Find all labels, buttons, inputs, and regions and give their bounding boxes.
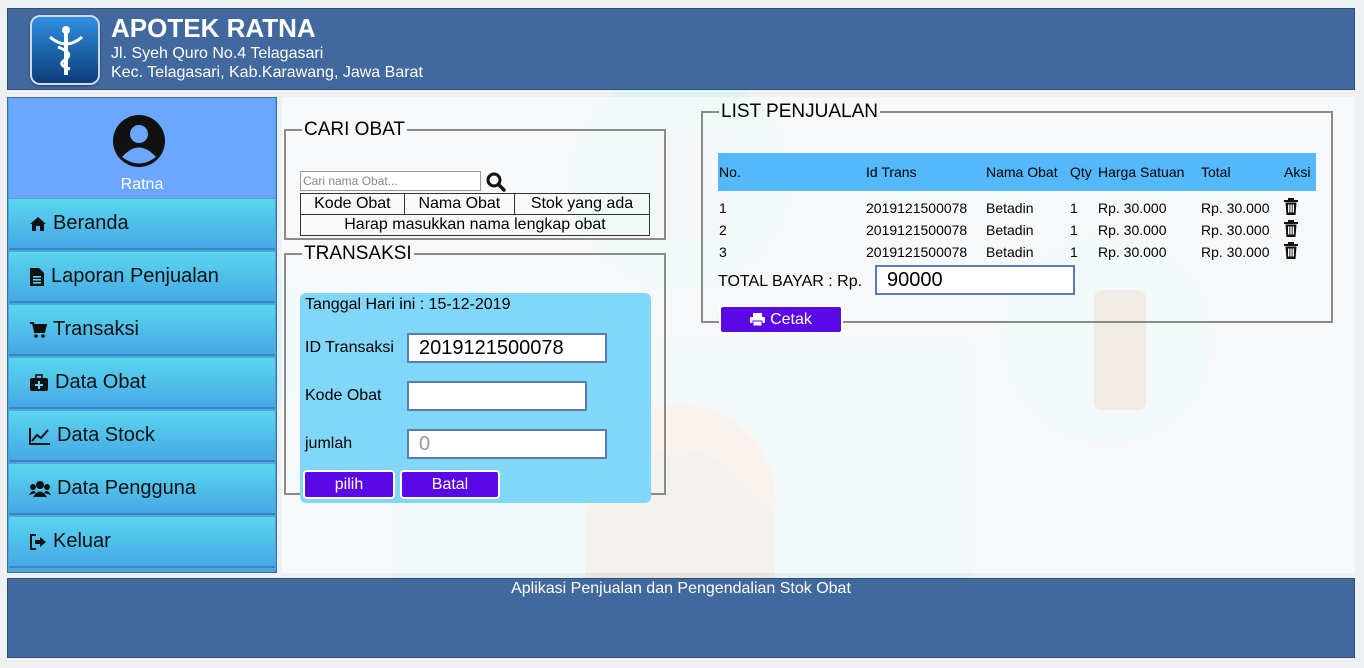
column-header: Harga Satuan: [1098, 164, 1185, 180]
cari-obat-legend: CARI OBAT: [304, 119, 405, 140]
cell-harga: Rp. 30.000: [1098, 200, 1167, 216]
column-header: Kode Obat: [300, 193, 405, 215]
sidebar-item-keluar[interactable]: Keluar: [9, 517, 275, 568]
list-penjualan-legend: LIST PENJUALAN: [721, 101, 878, 122]
penjualan-table: No. Id Trans Nama Obat Qty Harga Satuan …: [718, 153, 1316, 263]
app-header: APOTEK RATNA Jl. Syeh Quro No.4 Telagasa…: [7, 8, 1355, 90]
cari-obat-panel: CARI OBAT Kode Obat Nama Obat Stok yang …: [284, 119, 666, 240]
cell-nama: Betadin: [986, 200, 1034, 216]
pilih-button[interactable]: pilih: [303, 470, 395, 499]
line-chart-icon: [29, 427, 50, 445]
sidebar-item-laporan-penjualan[interactable]: Laporan Penjualan: [9, 252, 275, 303]
cell-harga: Rp. 30.000: [1098, 244, 1167, 260]
trash-icon[interactable]: [1284, 220, 1298, 237]
sign-out-icon: [30, 533, 46, 550]
column-header: Id Trans: [866, 164, 917, 180]
sidebar-item-beranda[interactable]: Beranda: [9, 199, 275, 250]
print-icon: [750, 313, 766, 326]
app-footer: Aplikasi Penjualan dan Pengendalian Stok…: [7, 578, 1355, 658]
cell-id: 2019121500078: [866, 244, 968, 260]
trash-icon[interactable]: [1284, 242, 1298, 259]
cell-no: 1: [719, 200, 727, 216]
sidebar-item-label: Data Obat: [55, 371, 147, 393]
cell-no: 2: [719, 222, 727, 238]
sidebar: Ratna Beranda Laporan Penjualan Transaks…: [7, 97, 277, 573]
column-header: Total: [1201, 164, 1231, 180]
cell-nama: Betadin: [986, 244, 1034, 260]
cell-aksi: [1283, 219, 1316, 241]
cell-qty: 1: [1070, 222, 1078, 238]
user-profile: Ratna: [9, 98, 275, 198]
sidebar-item-label: Data Stock: [57, 424, 155, 446]
trash-icon[interactable]: [1284, 198, 1298, 215]
search-icon[interactable]: [486, 172, 506, 192]
caduceus-icon: [30, 15, 100, 85]
sidebar-item-label: Data Pengguna: [57, 477, 197, 499]
obat-search-table: Kode Obat Nama Obat Stok yang ada Harap …: [300, 193, 651, 236]
cell-nama: Betadin: [986, 222, 1034, 238]
transaksi-panel: TRANSAKSI Tanggal Hari ini : 15-12-2019 …: [284, 243, 666, 503]
cell-harga: Rp. 30.000: [1098, 222, 1167, 238]
sidebar-item-label: Transaksi: [53, 318, 139, 340]
column-header: Qty: [1070, 164, 1092, 180]
cetak-button[interactable]: Cetak: [719, 305, 843, 334]
users-icon: [29, 480, 51, 497]
search-row: [300, 171, 506, 192]
home-icon: [30, 216, 46, 231]
empty-message: Harap masukkan nama lengkap obat: [300, 214, 650, 236]
batal-button[interactable]: Batal: [400, 470, 500, 499]
jumlah-label: jumlah: [305, 435, 353, 452]
cell-qty: 1: [1070, 244, 1078, 260]
sidebar-item-label: Beranda: [53, 212, 129, 234]
transaksi-legend: TRANSAKSI: [304, 243, 412, 264]
search-input[interactable]: [300, 171, 481, 191]
cell-total: Rp. 30.000: [1201, 244, 1270, 260]
cell-id: 2019121500078: [866, 200, 968, 216]
total-bayar-label: TOTAL BAYAR : Rp.: [718, 273, 863, 290]
cetak-label: Cetak: [770, 310, 812, 328]
medkit-icon: [30, 373, 48, 391]
cell-id: 2019121500078: [866, 222, 968, 238]
table-row: 1 2019121500078 Betadin 1 Rp. 30.000 Rp.…: [718, 191, 1316, 219]
table-header-row: No. Id Trans Nama Obat Qty Harga Satuan …: [718, 153, 1316, 191]
sidebar-item-data-pengguna[interactable]: Data Pengguna: [9, 464, 275, 515]
cell-aksi: [1283, 191, 1316, 219]
cell-no: 3: [719, 244, 727, 260]
jumlah-input[interactable]: 0: [407, 429, 607, 459]
transaksi-form: Tanggal Hari ini : 15-12-2019 ID Transak…: [300, 293, 651, 503]
cart-icon: [30, 321, 47, 338]
kode-obat-label: Kode Obat: [305, 387, 382, 404]
cell-total: Rp. 30.000: [1201, 222, 1270, 238]
id-transaksi-input[interactable]: 2019121500078: [407, 333, 607, 363]
footer-text: Aplikasi Penjualan dan Pengendalian Stok…: [511, 580, 851, 597]
tanggal-text: Tanggal Hari ini : 15-12-2019: [305, 296, 511, 313]
sidebar-item-label: Keluar: [53, 530, 111, 552]
column-header: Nama Obat: [403, 193, 515, 215]
table-row: 3 2019121500078 Betadin 1 Rp. 30.000 Rp.…: [718, 241, 1316, 263]
app-title: APOTEK RATNA: [111, 13, 316, 43]
column-header: Nama Obat: [986, 164, 1058, 180]
id-transaksi-label: ID Transaksi: [305, 339, 394, 356]
sidebar-item-data-stock[interactable]: Data Stock: [9, 411, 275, 462]
total-bayar-field[interactable]: 90000: [875, 265, 1075, 295]
user-avatar-icon: [113, 115, 165, 167]
table-row: 2 2019121500078 Betadin 1 Rp. 30.000 Rp.…: [718, 219, 1316, 241]
column-header: Stok yang ada: [513, 193, 651, 215]
file-icon: [30, 267, 44, 286]
user-name: Ratna: [120, 176, 164, 193]
sidebar-item-transaksi[interactable]: Transaksi: [9, 305, 275, 356]
kode-obat-input[interactable]: [407, 381, 587, 411]
sidebar-item-data-obat[interactable]: Data Obat: [9, 358, 275, 409]
column-header: No.: [719, 164, 741, 180]
address-line-2: Kec. Telagasari, Kab.Karawang, Jawa Bara…: [111, 64, 423, 81]
column-header: Aksi: [1284, 164, 1311, 180]
cell-qty: 1: [1070, 200, 1078, 216]
list-penjualan-panel: LIST PENJUALAN No. Id Trans Nama Obat Qt…: [701, 101, 1333, 334]
cell-total: Rp. 30.000: [1201, 200, 1270, 216]
address-line-1: Jl. Syeh Quro No.4 Telagasari: [111, 45, 324, 62]
sidebar-item-label: Laporan Penjualan: [51, 265, 219, 287]
cell-aksi: [1283, 241, 1316, 263]
